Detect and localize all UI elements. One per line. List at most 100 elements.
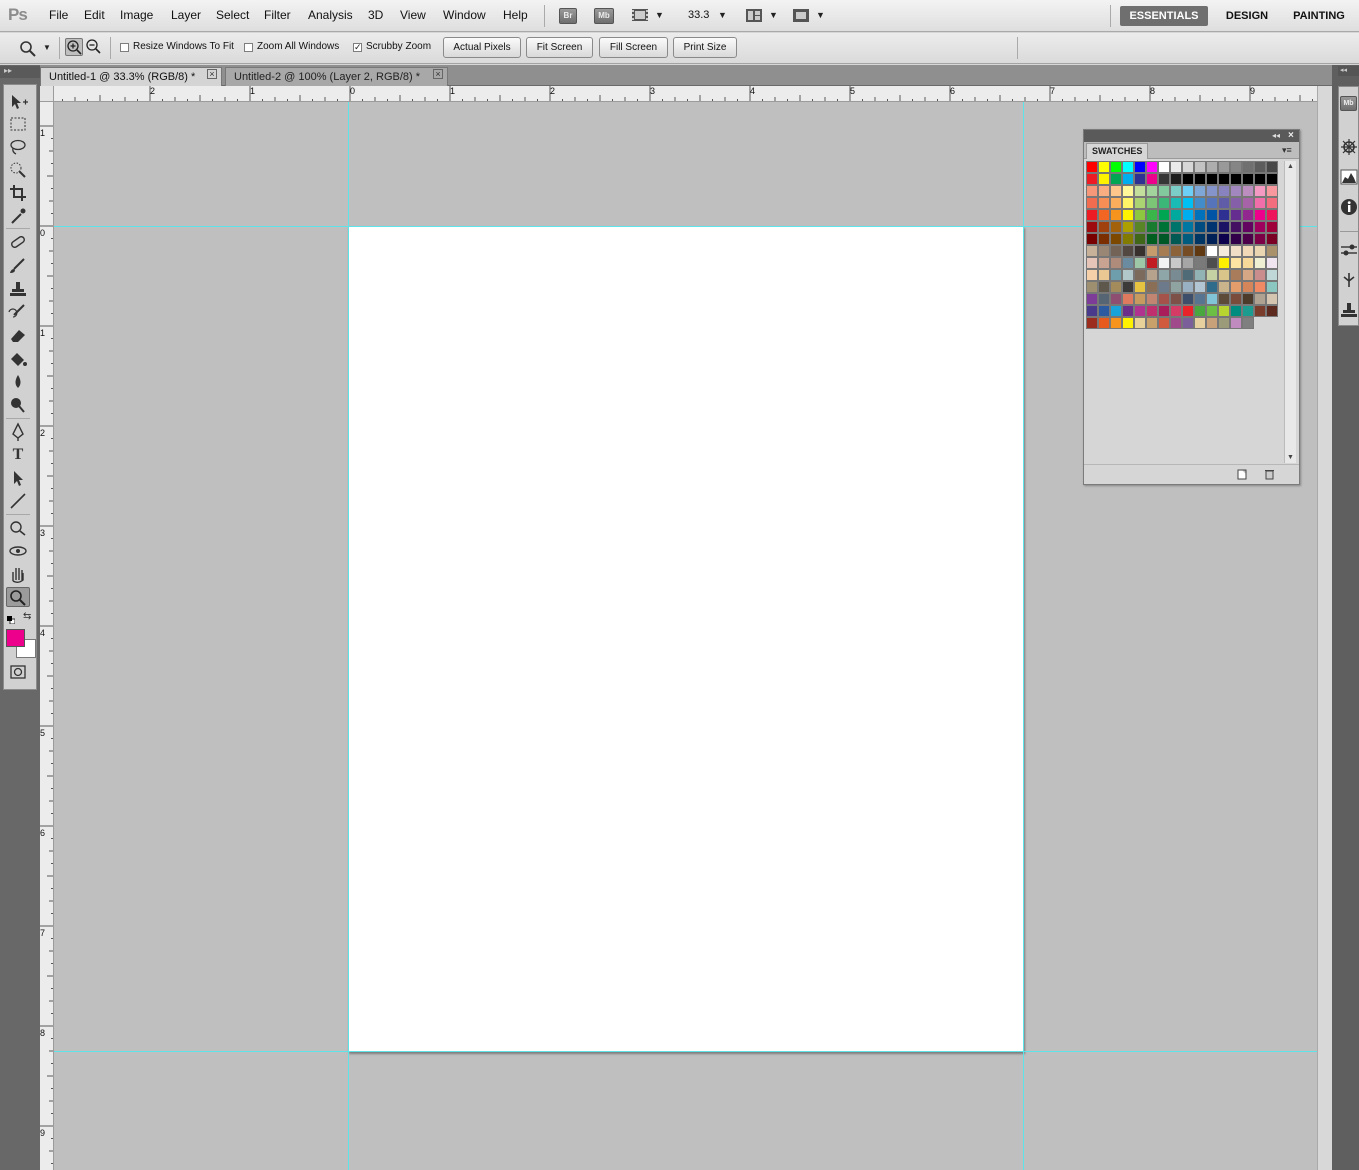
color-swatch[interactable] (1242, 173, 1254, 185)
color-swatch[interactable] (1242, 245, 1254, 257)
document-tab-untitled-2[interactable]: Untitled-2 @ 100% (Layer 2, RGB/8) * (225, 67, 448, 86)
color-swatch[interactable] (1110, 245, 1122, 257)
color-swatch[interactable] (1182, 269, 1194, 281)
color-swatch[interactable] (1170, 257, 1182, 269)
color-swatch[interactable] (1230, 197, 1242, 209)
swap-colors-icon[interactable]: ⇆ (23, 612, 33, 622)
menu-help[interactable]: Help (503, 8, 528, 22)
screen-mode-button[interactable] (792, 8, 810, 23)
color-swatch[interactable] (1230, 293, 1242, 305)
color-swatch[interactable] (1110, 257, 1122, 269)
color-swatch[interactable] (1266, 233, 1278, 245)
color-swatch[interactable] (1206, 173, 1218, 185)
color-swatch[interactable] (1122, 257, 1134, 269)
chevron-down-icon[interactable]: ▼ (43, 43, 51, 52)
menu-filter[interactable]: Filter (264, 8, 291, 22)
color-swatch[interactable] (1158, 209, 1170, 221)
color-swatch[interactable] (1146, 317, 1158, 329)
vertical-scrollbar[interactable] (1317, 86, 1332, 1170)
color-swatch[interactable] (1122, 317, 1134, 329)
color-swatch[interactable] (1146, 161, 1158, 173)
color-swatch[interactable] (1110, 197, 1122, 209)
color-swatch[interactable] (1266, 293, 1278, 305)
color-swatch[interactable] (1206, 233, 1218, 245)
color-swatch[interactable] (1182, 173, 1194, 185)
color-swatch[interactable] (1146, 257, 1158, 269)
color-swatch[interactable] (1254, 293, 1266, 305)
document-tab-untitled-1[interactable]: Untitled-1 @ 33.3% (RGB/8) * (40, 67, 222, 86)
panel-menu-icon[interactable]: ▾≡ (1282, 145, 1292, 156)
color-swatch[interactable] (1218, 293, 1230, 305)
arrange-documents-button[interactable] (745, 8, 763, 23)
menu-select[interactable]: Select (216, 8, 249, 22)
color-swatch[interactable] (1218, 173, 1230, 185)
color-swatch[interactable] (1098, 245, 1110, 257)
color-swatch[interactable] (1182, 233, 1194, 245)
pen-tool[interactable] (6, 422, 30, 442)
workspace-painting[interactable]: PAINTING (1286, 6, 1352, 26)
menu-edit[interactable]: Edit (84, 8, 105, 22)
color-swatch[interactable] (1182, 245, 1194, 257)
adjustments-panel-button[interactable] (1340, 241, 1358, 259)
color-swatch[interactable] (1254, 281, 1266, 293)
color-swatch[interactable] (1242, 185, 1254, 197)
color-swatch[interactable] (1218, 185, 1230, 197)
color-swatch[interactable] (1218, 161, 1230, 173)
color-swatch[interactable] (1086, 317, 1098, 329)
color-swatch[interactable] (1134, 209, 1146, 221)
color-swatch[interactable] (1254, 185, 1266, 197)
menu-view[interactable]: View (400, 8, 426, 22)
color-swatch[interactable] (1110, 221, 1122, 233)
color-swatch[interactable] (1122, 293, 1134, 305)
color-swatch[interactable] (1134, 317, 1146, 329)
move-tool[interactable] (6, 92, 30, 112)
color-swatch[interactable] (1254, 269, 1266, 281)
color-swatch[interactable] (1254, 197, 1266, 209)
color-swatch[interactable] (1086, 293, 1098, 305)
collapse-tools-icon[interactable]: ▸▸ (0, 66, 40, 78)
color-swatch[interactable] (1254, 305, 1266, 317)
color-swatch[interactable] (1194, 293, 1206, 305)
color-swatch[interactable] (1242, 281, 1254, 293)
color-swatch[interactable] (1110, 293, 1122, 305)
color-swatch[interactable] (1242, 161, 1254, 173)
line-tool[interactable] (6, 491, 30, 511)
color-swatch[interactable] (1242, 197, 1254, 209)
color-swatch[interactable] (1230, 305, 1242, 317)
color-swatch[interactable] (1146, 209, 1158, 221)
color-swatch[interactable] (1134, 257, 1146, 269)
view-extras-button[interactable] (631, 7, 649, 23)
zoom-tool[interactable] (6, 587, 30, 607)
color-swatch[interactable] (1206, 293, 1218, 305)
menu-3d[interactable]: 3D (368, 8, 383, 22)
color-swatch[interactable] (1182, 317, 1194, 329)
color-swatch[interactable] (1086, 173, 1098, 185)
color-swatch[interactable] (1146, 305, 1158, 317)
color-swatch[interactable] (1170, 269, 1182, 281)
close-icon[interactable]: × (207, 69, 217, 79)
color-swatch[interactable] (1146, 185, 1158, 197)
ruler-origin[interactable] (40, 86, 54, 102)
color-swatch[interactable] (1122, 173, 1134, 185)
zoom-all-windows-checkbox[interactable] (244, 43, 253, 52)
color-swatch[interactable] (1254, 209, 1266, 221)
marquee-tool[interactable] (6, 114, 30, 134)
color-swatch[interactable] (1242, 317, 1254, 329)
color-swatch[interactable] (1206, 185, 1218, 197)
color-swatch[interactable] (1230, 281, 1242, 293)
chevron-down-icon[interactable]: ▼ (769, 10, 778, 20)
color-swatch[interactable] (1218, 269, 1230, 281)
menu-layer[interactable]: Layer (171, 8, 201, 22)
type-tool[interactable]: T (6, 445, 30, 465)
color-swatch[interactable] (1170, 293, 1182, 305)
color-swatch[interactable] (1218, 209, 1230, 221)
menu-file[interactable]: File (49, 8, 68, 22)
color-swatch[interactable] (1230, 173, 1242, 185)
color-swatch[interactable] (1266, 245, 1278, 257)
color-swatch[interactable] (1098, 281, 1110, 293)
color-swatch[interactable] (1206, 257, 1218, 269)
color-swatch[interactable] (1098, 173, 1110, 185)
dodge-tool[interactable] (6, 395, 30, 415)
color-swatch[interactable] (1230, 257, 1242, 269)
color-swatch[interactable] (1182, 161, 1194, 173)
